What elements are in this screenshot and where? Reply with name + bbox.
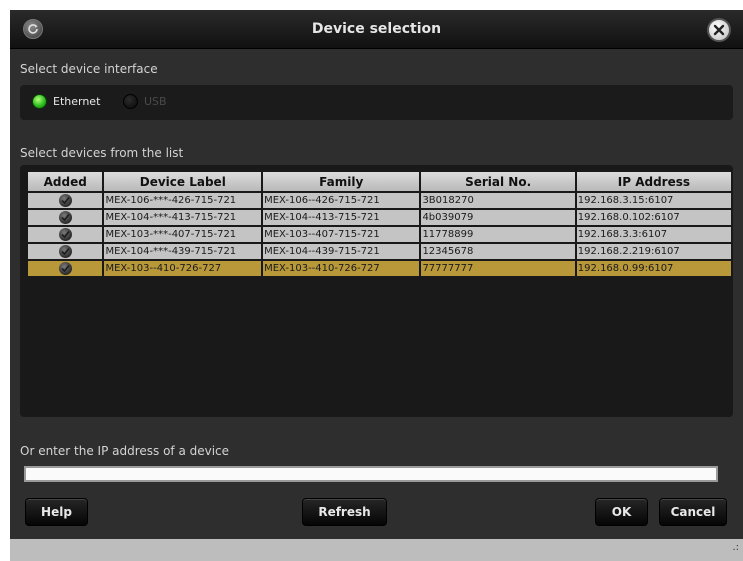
family-cell: MEX-103--407-715-721 — [263, 227, 420, 242]
ip-cell: 192.168.3.15:6107 — [576, 193, 731, 208]
family-cell: MEX-106--426-715-721 — [263, 193, 420, 208]
device-selection-window: Device selection Select device interface… — [10, 10, 743, 561]
ip-cell: 192.168.0.102:6107 — [576, 210, 731, 225]
status-bar: .: — [10, 539, 743, 561]
ip-cell: 192.168.0.99:6107 — [576, 261, 731, 276]
close-icon[interactable] — [707, 18, 731, 42]
interface-panel: Ethernet USB — [20, 85, 733, 120]
serial-cell: 4b039079 — [421, 210, 575, 225]
added-cell[interactable] — [28, 193, 103, 208]
check-icon[interactable] — [58, 228, 72, 241]
table-row[interactable]: MEX-106-***-426-715-721 MEX-106--426-715… — [28, 193, 731, 208]
interface-section-label: Select device interface — [20, 62, 158, 76]
serial-cell: 3B018270 — [421, 193, 575, 208]
check-icon[interactable] — [58, 211, 72, 224]
column-header-added[interactable]: Added — [28, 172, 103, 191]
added-cell[interactable] — [28, 210, 103, 225]
radio-ethernet-label[interactable]: Ethernet — [53, 95, 100, 108]
check-icon[interactable] — [58, 245, 72, 258]
device-label-cell: MEX-103--410-726-727 — [104, 261, 262, 276]
table-row[interactable]: MEX-104-***-413-715-721 MEX-104--413-715… — [28, 210, 731, 225]
family-cell: MEX-103--410-726-727 — [263, 261, 420, 276]
device-label-cell: MEX-106-***-426-715-721 — [104, 193, 262, 208]
device-table: Added Device Label Family Serial No. IP … — [26, 170, 733, 278]
device-label-cell: MEX-104-***-439-715-721 — [104, 244, 262, 259]
table-row-selected[interactable]: MEX-103--410-726-727 MEX-103--410-726-72… — [28, 261, 731, 276]
added-cell[interactable] — [28, 261, 103, 276]
device-label-cell: MEX-104-***-413-715-721 — [104, 210, 262, 225]
window-title: Device selection — [311, 21, 442, 37]
added-cell[interactable] — [28, 244, 103, 259]
table-row[interactable]: MEX-103-***-407-715-721 MEX-103--407-715… — [28, 227, 731, 242]
serial-cell: 11778899 — [421, 227, 575, 242]
column-header-family[interactable]: Family — [263, 172, 420, 191]
column-header-serial[interactable]: Serial No. — [421, 172, 575, 191]
family-cell: MEX-104--413-715-721 — [263, 210, 420, 225]
ip-address-input[interactable] — [24, 466, 718, 482]
serial-cell: 77777777 — [421, 261, 575, 276]
column-header-device-label[interactable]: Device Label — [104, 172, 262, 191]
added-cell[interactable] — [28, 227, 103, 242]
device-list-label: Select devices from the list — [20, 146, 184, 160]
table-header-row: Added Device Label Family Serial No. IP … — [28, 172, 731, 191]
check-icon[interactable] — [58, 262, 72, 275]
help-button[interactable]: Help — [25, 498, 88, 526]
table-row[interactable]: MEX-104-***-439-715-721 MEX-104--439-715… — [28, 244, 731, 259]
ok-button[interactable]: OK — [595, 498, 648, 526]
cancel-button[interactable]: Cancel — [659, 498, 727, 526]
ip-cell: 192.168.2.219:6107 — [576, 244, 731, 259]
ip-cell: 192.168.3.3:6107 — [576, 227, 731, 242]
ip-entry-label: Or enter the IP address of a device — [20, 444, 230, 458]
check-icon[interactable] — [58, 194, 72, 207]
family-cell: MEX-104--439-715-721 — [263, 244, 420, 259]
radio-usb[interactable] — [123, 94, 138, 109]
radio-usb-label[interactable]: USB — [144, 95, 167, 108]
refresh-button[interactable]: Refresh — [302, 498, 387, 526]
serial-cell: 12345678 — [421, 244, 575, 259]
column-header-ip-address[interactable]: IP Address — [576, 172, 731, 191]
title-bar: Device selection — [10, 10, 743, 49]
radio-ethernet[interactable] — [32, 94, 47, 109]
device-label-cell: MEX-103-***-407-715-721 — [104, 227, 262, 242]
resize-grip[interactable]: .: — [732, 542, 739, 553]
device-list-panel: Added Device Label Family Serial No. IP … — [20, 165, 733, 417]
